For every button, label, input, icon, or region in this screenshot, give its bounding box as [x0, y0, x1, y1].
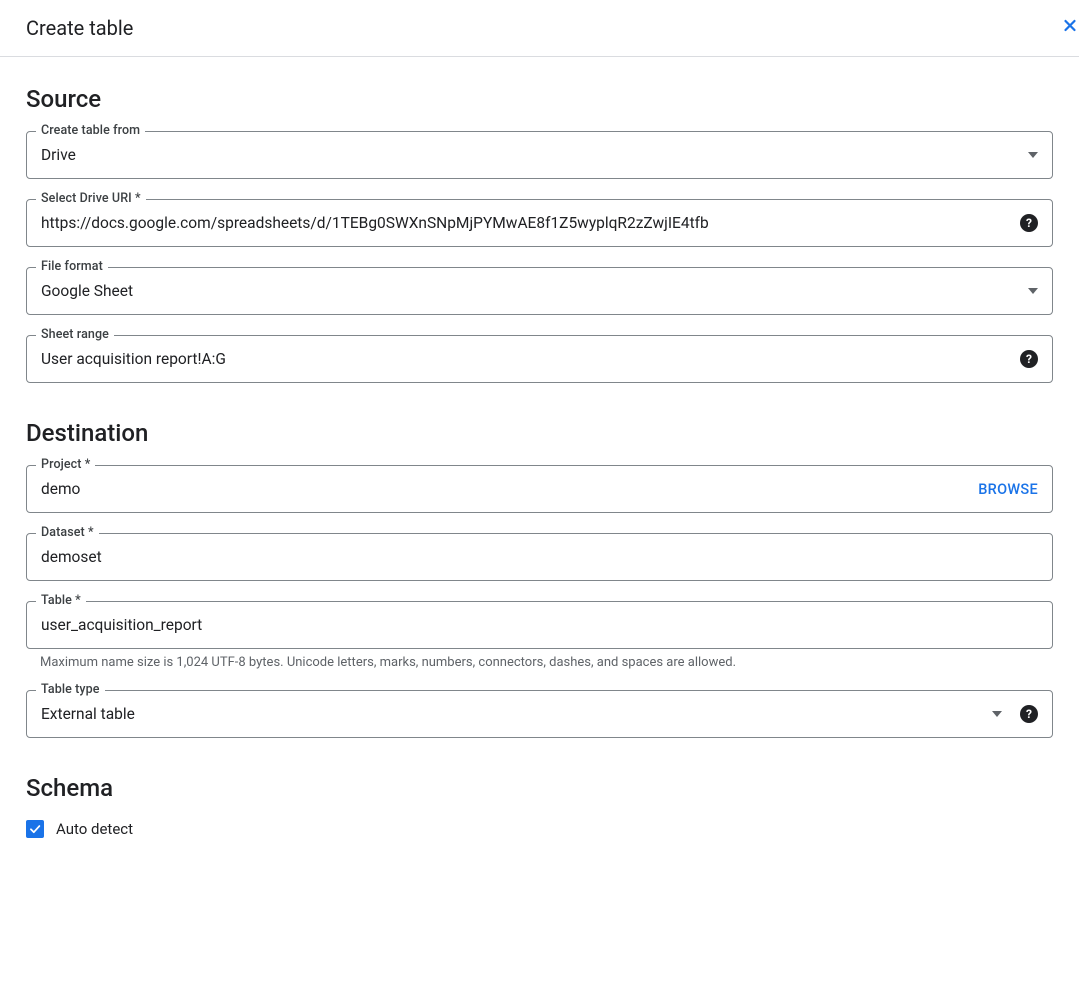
drive-uri-field: Select Drive URI * ? — [26, 199, 1053, 247]
checkmark-icon — [28, 822, 42, 836]
autodetect-label: Auto detect — [56, 820, 133, 838]
project-field: Project * BROWSE — [26, 465, 1053, 513]
dataset-field: Dataset * — [26, 533, 1053, 581]
file-format-select[interactable]: File format Google Sheet — [26, 267, 1053, 315]
autodetect-row: Auto detect — [26, 820, 1053, 838]
field-label: Create table from — [36, 123, 145, 138]
help-icon[interactable]: ? — [1020, 214, 1038, 232]
panel-title: Create table — [26, 16, 133, 40]
field-label: Sheet range — [36, 327, 114, 342]
field-value: External table — [41, 705, 984, 723]
field-label: Table * — [36, 593, 86, 608]
field-label: File format — [36, 259, 108, 274]
project-input[interactable] — [41, 480, 970, 498]
help-icon[interactable]: ? — [1020, 350, 1038, 368]
chevron-down-icon — [992, 711, 1002, 717]
field-value: Google Sheet — [41, 282, 1020, 300]
help-icon[interactable]: ? — [1020, 705, 1038, 723]
table-type-field: Table type External table ? — [26, 690, 1053, 738]
panel-content: Source Create table from Drive Select Dr… — [0, 57, 1079, 854]
dataset-input-wrap: Dataset * — [26, 533, 1053, 581]
section-heading-source: Source — [26, 85, 1053, 113]
autodetect-checkbox[interactable] — [26, 820, 44, 838]
table-type-row: Table type External table ? — [26, 690, 1053, 738]
create-table-from-select[interactable]: Create table from Drive — [26, 131, 1053, 179]
project-input-wrap: Project * BROWSE — [26, 465, 1053, 513]
create-table-from-field: Create table from Drive — [26, 131, 1053, 179]
table-name-input[interactable] — [41, 616, 1038, 634]
table-name-field: Table * Maximum name size is 1,024 UTF-8… — [26, 601, 1053, 670]
table-name-input-wrap: Table * — [26, 601, 1053, 649]
drive-uri-input-wrap: Select Drive URI * ? — [26, 199, 1053, 247]
close-icon[interactable] — [1061, 16, 1079, 41]
field-label: Dataset * — [36, 525, 99, 540]
drive-uri-input[interactable] — [41, 214, 1012, 232]
field-label: Select Drive URI * — [36, 191, 146, 206]
table-name-helper: Maximum name size is 1,024 UTF-8 bytes. … — [26, 655, 1053, 670]
section-heading-schema: Schema — [26, 774, 1053, 802]
panel-header: Create table — [0, 0, 1079, 57]
sheet-range-input-wrap: Sheet range ? — [26, 335, 1053, 383]
field-label: Project * — [36, 457, 95, 472]
sheet-range-field: Sheet range ? — [26, 335, 1053, 383]
create-table-panel: Create table Source Create table from Dr… — [0, 0, 1079, 996]
section-heading-destination: Destination — [26, 419, 1053, 447]
dataset-input[interactable] — [41, 548, 1038, 566]
field-value: Drive — [41, 146, 1020, 164]
chevron-down-icon — [1028, 288, 1038, 294]
field-label: Table type — [36, 682, 105, 697]
table-type-select[interactable]: External table — [41, 705, 1002, 723]
chevron-down-icon — [1028, 152, 1038, 158]
file-format-field: File format Google Sheet — [26, 267, 1053, 315]
sheet-range-input[interactable] — [41, 350, 1012, 368]
browse-button[interactable]: BROWSE — [978, 481, 1038, 498]
